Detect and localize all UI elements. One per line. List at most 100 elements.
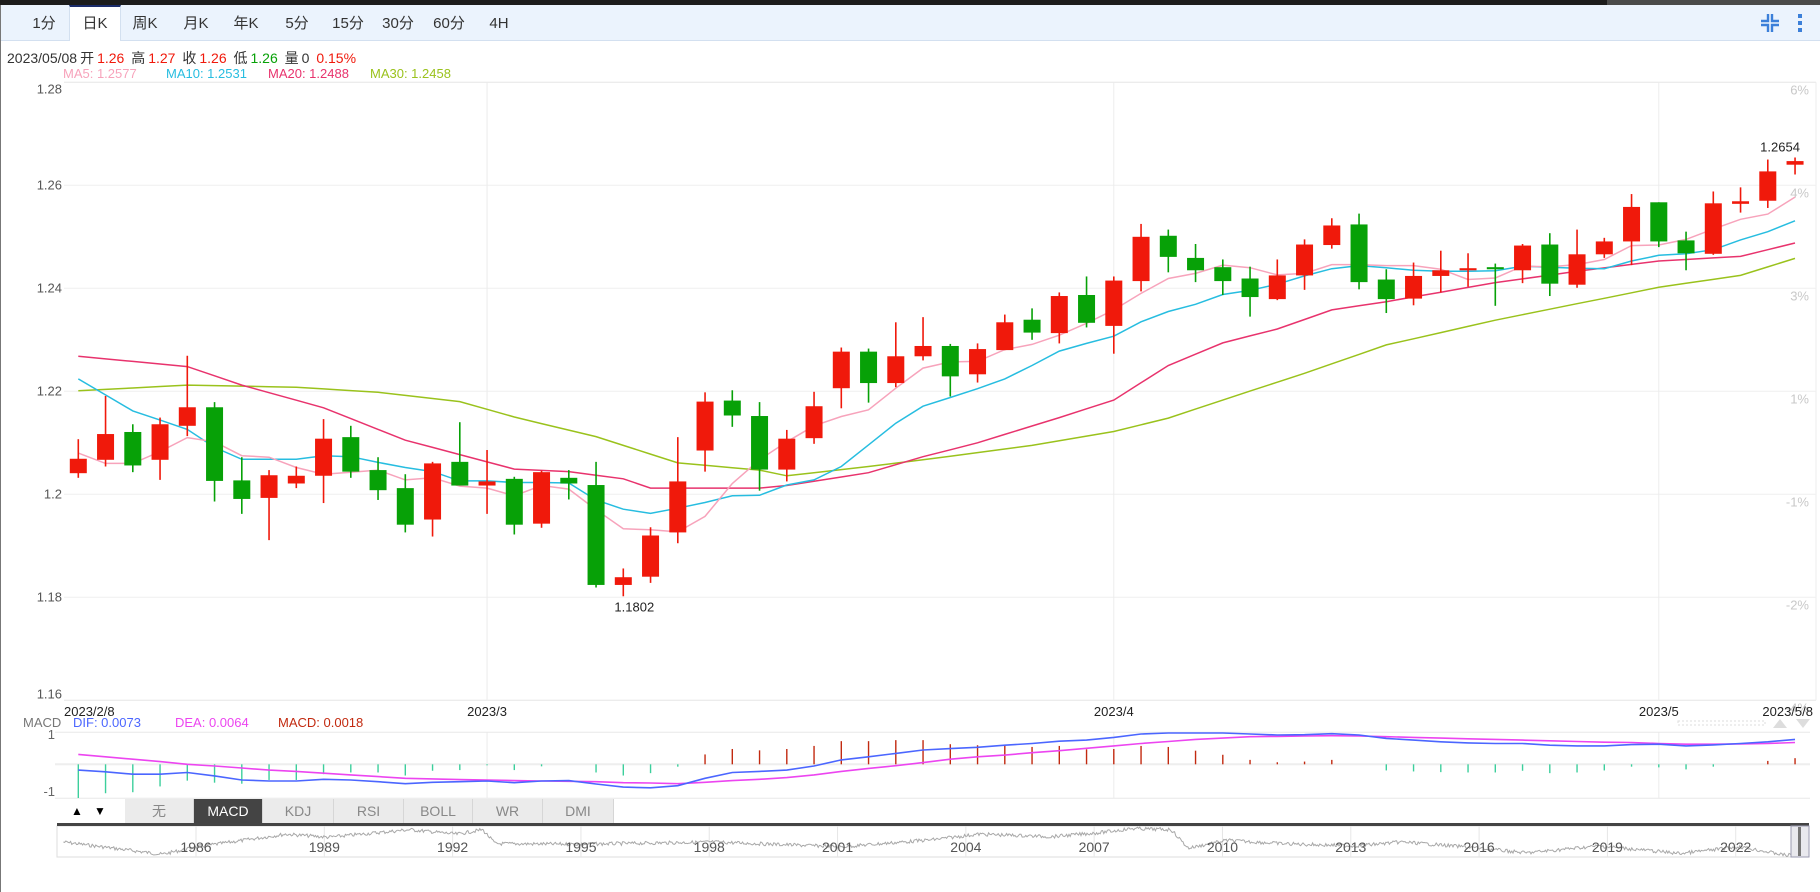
candle-body — [887, 356, 905, 384]
candle-body — [342, 437, 360, 472]
candle-up — [97, 395, 115, 467]
candle-down — [1214, 259, 1232, 295]
candle-body — [1023, 319, 1041, 333]
indicator-tab-kdj[interactable]: KDJ — [263, 799, 334, 823]
indicator-tab-none[interactable]: 无 — [125, 799, 194, 823]
time-navigator[interactable]: 1986 1989 1992 1995 1998 2001 2004 2007 2010 2013… — [56, 823, 1810, 858]
candle-body — [1105, 280, 1123, 326]
ma30-line — [78, 257, 1796, 477]
candle-up — [887, 322, 905, 388]
candle-body — [1568, 254, 1586, 285]
candle-body — [1786, 161, 1804, 165]
candle-body — [178, 407, 196, 426]
candle-up — [151, 417, 169, 480]
candle-up — [832, 347, 850, 409]
indicator-tab-macd[interactable]: MACD — [194, 799, 263, 823]
percent-axis-label: -2% — [1786, 597, 1810, 612]
percent-axis-label: 1% — [1790, 391, 1809, 406]
candle-body — [941, 345, 959, 377]
navigator-year-label: 1998 — [694, 839, 725, 855]
candle-up — [1432, 250, 1450, 293]
candle-up — [614, 568, 632, 597]
navigator-handle-grip — [1798, 827, 1801, 856]
candle-body — [315, 438, 333, 476]
candle-body — [1514, 245, 1532, 271]
candle-body — [451, 461, 469, 486]
candle-body — [914, 345, 932, 357]
indicator-tab-boll[interactable]: BOLL — [404, 799, 473, 823]
candle-body — [860, 351, 878, 384]
candle-body — [1132, 236, 1150, 282]
candle-body — [369, 470, 387, 491]
min-price-label: 1.1802 — [614, 599, 654, 614]
candle-body — [969, 349, 987, 375]
indicator-tab-rsi[interactable]: RSI — [334, 799, 404, 823]
candle-body — [1187, 257, 1205, 271]
scroll-up-icon[interactable] — [1773, 719, 1787, 728]
candle-down — [1187, 244, 1205, 283]
move-up-button[interactable]: ▲ — [66, 799, 88, 823]
navigator-top-bar — [57, 823, 1809, 826]
candle-down — [206, 402, 224, 502]
candle-body — [1432, 270, 1450, 276]
candle-body — [1050, 296, 1068, 334]
percent-axis-label: 3% — [1790, 288, 1809, 303]
candle-up — [533, 470, 551, 528]
candle-body — [642, 535, 660, 577]
candle-up — [1759, 159, 1777, 208]
scroll-track — [1677, 720, 1766, 726]
indicator-tab-dmi[interactable]: DMI — [543, 799, 614, 823]
candle-down — [560, 470, 578, 500]
candle-body — [1377, 279, 1395, 300]
dea-line — [78, 734, 1796, 785]
candle-body — [1405, 275, 1423, 299]
candle-body — [614, 577, 632, 585]
ma5-line — [78, 196, 1796, 533]
candle-body — [287, 475, 305, 484]
navigator-year-label: 2013 — [1335, 839, 1366, 855]
navigator-year-label: 2001 — [822, 839, 853, 855]
candle-up — [1296, 239, 1314, 290]
candle-up — [1105, 276, 1123, 354]
candle-up — [424, 461, 442, 537]
price-axis-label: 1.2 — [44, 486, 62, 501]
candle-up — [1786, 157, 1804, 175]
candle-down — [1541, 233, 1559, 297]
candle-down — [396, 474, 414, 533]
candle-body — [1159, 235, 1177, 257]
candlestick-chart[interactable]: 1.28 6%1.264%1.243%1.221%1.2-1%1.18-2%1.1… — [0, 0, 1820, 892]
candle-down — [860, 348, 878, 403]
move-down-button[interactable]: ▼ — [89, 799, 111, 823]
candle-body — [560, 477, 578, 484]
navigator-year-label: 2019 — [1592, 839, 1623, 855]
price-axis-label: 1.16 — [37, 686, 62, 701]
indicator-tab-wr[interactable]: WR — [473, 799, 543, 823]
date-axis-label: 2023/3 — [467, 704, 507, 719]
candle-down — [505, 476, 523, 535]
ma10-line — [77, 220, 1796, 515]
candle-up — [1132, 223, 1150, 292]
price-axis-label: 1.24 — [37, 280, 62, 295]
candle-body — [805, 406, 823, 439]
candle-up — [969, 343, 987, 383]
candle-down — [124, 424, 142, 473]
candle-up — [1514, 244, 1532, 284]
candle-body — [505, 478, 523, 525]
candle-down — [233, 457, 251, 514]
price-axis-label: 1.28 — [37, 81, 62, 96]
candle-down — [1023, 308, 1041, 340]
candle-up — [1732, 187, 1750, 213]
candle-up — [914, 317, 932, 361]
candle-body — [778, 438, 796, 470]
candle-body — [1595, 241, 1613, 255]
price-axis-label: 1.18 — [37, 589, 62, 604]
candle-body — [260, 475, 278, 498]
candle-down — [941, 343, 959, 397]
candle-up — [805, 391, 823, 444]
price-axis-label: 1.22 — [37, 383, 62, 398]
candle-up — [1623, 194, 1641, 266]
candle-body — [1296, 244, 1314, 276]
candle-body — [1541, 244, 1559, 284]
macd-legend: MACD: 0.0018 — [278, 715, 364, 730]
scroll-down-icon[interactable] — [1796, 719, 1810, 728]
